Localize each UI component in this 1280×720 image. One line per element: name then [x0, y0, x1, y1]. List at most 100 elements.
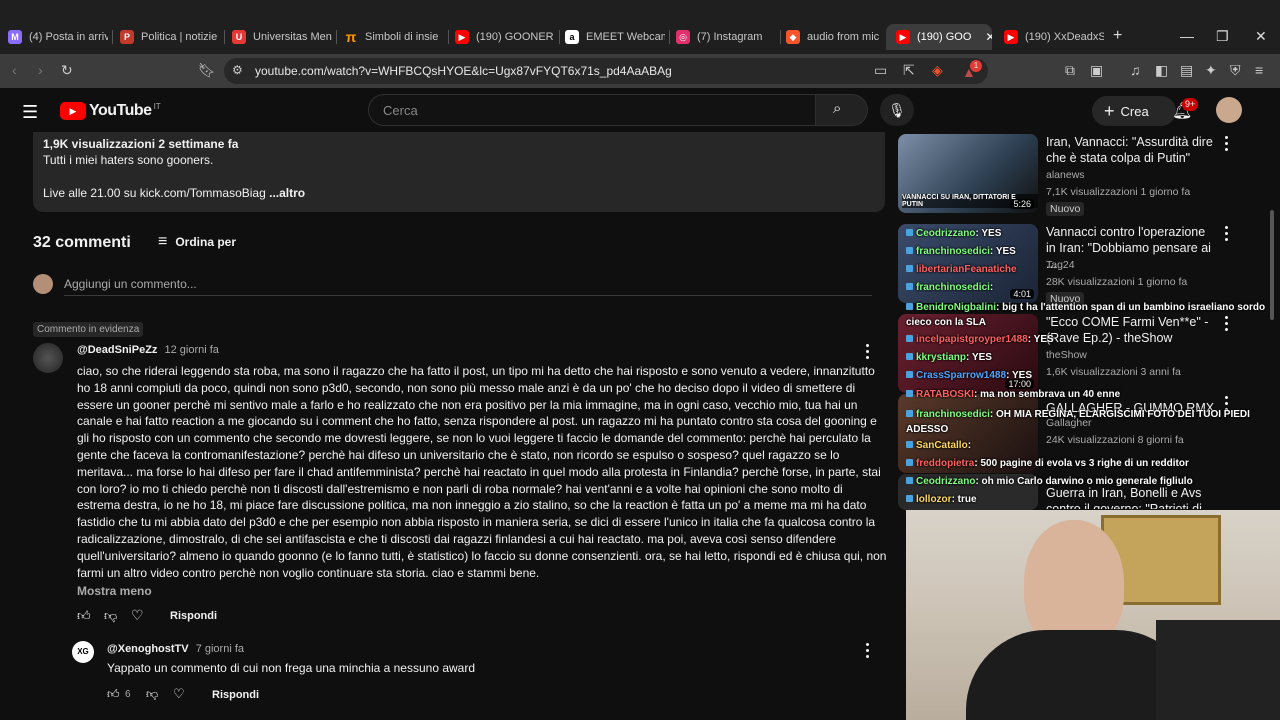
channel-name[interactable]: alanews: [1046, 169, 1085, 181]
menu-icon[interactable]: ≡: [1255, 62, 1263, 78]
video-title[interactable]: Guerra in Iran, Bonelli e Avs contro il …: [1046, 485, 1216, 509]
chat-message: franchinosedici: YES: [906, 246, 1016, 257]
cast-icon[interactable]: ▭: [874, 62, 887, 79]
channel-name[interactable]: theShow: [1046, 349, 1087, 361]
video-menu-icon[interactable]: [1225, 226, 1229, 244]
subscriber-badge-icon: [906, 459, 913, 466]
share-icon[interactable]: ⇱: [903, 62, 915, 79]
site-info-icon[interactable]: ⚙: [232, 63, 243, 77]
video-menu-icon[interactable]: [1225, 136, 1229, 154]
bookmark-icon[interactable]: 🔖︎: [198, 62, 216, 79]
channel-name[interactable]: Tag24: [1046, 259, 1075, 271]
search-icon: ⌕: [833, 100, 842, 117]
like-icon[interactable]: 👍︎: [77, 608, 91, 624]
video-meta: 28K visualizzazioni 1 giorno fa: [1046, 276, 1188, 288]
browser-tab[interactable]: a EMEET Webcam: [565, 24, 665, 50]
browser-tab[interactable]: π Simboli di insie: [344, 24, 444, 50]
leo-icon[interactable]: ✦: [1205, 62, 1217, 79]
back-icon[interactable]: ‹: [12, 62, 17, 78]
url-text[interactable]: youtube.com/watch?v=WHFBCQsHYOE&lc=Ugx87…: [255, 64, 672, 78]
browser-tab[interactable]: ◎ (7) Instagram: [676, 24, 776, 50]
avatar[interactable]: [33, 343, 63, 373]
subscriber-badge-icon: [906, 390, 913, 397]
show-more-link[interactable]: ...altro: [269, 186, 305, 200]
reply-button[interactable]: Rispondi: [212, 689, 259, 701]
create-button[interactable]: + Crea: [1092, 96, 1176, 126]
subscriber-badge-icon: [906, 353, 913, 360]
voice-search-icon[interactable]: 🎙︎: [880, 94, 914, 126]
description-stats: 1,9K visualizzazioni 2 settimane fa: [43, 137, 239, 151]
comment-author[interactable]: @DeadSniPeZz: [77, 344, 157, 356]
new-tab-icon[interactable]: +: [1113, 27, 1122, 45]
extensions-icon[interactable]: ⧉: [1065, 62, 1075, 79]
avatar: [33, 274, 53, 294]
brave-shields-icon[interactable]: ◈: [932, 62, 943, 79]
subscriber-badge-icon: [906, 495, 913, 502]
comment-menu-icon[interactable]: [866, 643, 870, 661]
browser-tab[interactable]: ▶ (190) XxDeadxS: [1004, 24, 1104, 50]
browser-tab[interactable]: P Politica | notizie: [120, 24, 220, 50]
hamburger-menu-icon[interactable]: ☰: [22, 102, 38, 123]
comment-time[interactable]: 7 giorni fa: [196, 643, 244, 655]
pinned-badge: Commento in evidenza: [33, 322, 144, 337]
new-badge: Nuovo: [1046, 202, 1085, 216]
wallet-icon[interactable]: ▤: [1180, 62, 1193, 79]
video-title[interactable]: Iran, Vannacci: "Assurdità dire che è st…: [1046, 134, 1216, 166]
browser-tab[interactable]: ◆ audio from mic: [786, 24, 882, 50]
chat-message: Ceodrizzano: YES: [906, 228, 1001, 239]
pi-icon: π: [345, 29, 357, 45]
sort-button[interactable]: ≡ Ordina per: [158, 233, 236, 251]
media-icon[interactable]: ♫: [1130, 62, 1141, 78]
tab-divider: [669, 30, 670, 44]
comment-input-underline: [64, 295, 872, 296]
video-meta: 7,1K visualizzazioni 1 giorno fa: [1046, 186, 1191, 198]
heart-icon[interactable]: ♡: [131, 607, 144, 624]
add-comment-input[interactable]: Aggiungi un commento...: [64, 277, 197, 291]
heart-icon[interactable]: ♡: [173, 686, 185, 702]
brave-icon: ◆: [786, 30, 800, 44]
close-window-icon[interactable]: ✕: [1255, 28, 1267, 45]
forward-icon[interactable]: ›: [38, 62, 43, 78]
reload-icon[interactable]: ↻: [61, 62, 73, 79]
plus-icon: +: [1104, 100, 1115, 121]
comment-header: @XenoghostTV 7 giorni fa: [107, 643, 244, 655]
browser-tab[interactable]: ▶ (190) GOONER: [455, 24, 555, 50]
reading-mode-icon[interactable]: ▣: [1090, 62, 1103, 79]
account-avatar[interactable]: [1216, 97, 1242, 123]
chat-message: SanCatallo:: [906, 440, 971, 451]
subscriber-badge-icon: [906, 410, 913, 417]
comment-author[interactable]: @XenoghostTV: [107, 643, 189, 655]
show-less-link[interactable]: Mostra meno: [77, 584, 152, 598]
sort-icon: ≡: [158, 233, 168, 250]
browser-tab[interactable]: U Universitas Men: [232, 24, 332, 50]
tab-divider: [112, 30, 113, 44]
vpn-icon[interactable]: ⛨: [1230, 62, 1241, 79]
sidebar-icon[interactable]: ◧: [1155, 62, 1168, 79]
maximize-icon[interactable]: ❐: [1216, 28, 1229, 45]
like-icon[interactable]: 👍︎: [107, 687, 120, 702]
video-duration: 5:26: [1010, 199, 1034, 209]
video-thumbnail[interactable]: VANNACCI SU IRAN, DITTATORI E PUTIN 5:26: [898, 134, 1038, 213]
reply-button[interactable]: Rispondi: [170, 610, 217, 622]
chat-message: Ceodrizzano: oh mio Carlo darwino o mio …: [906, 476, 1193, 487]
brave-rewards-icon[interactable]: ▲: [962, 64, 976, 80]
browser-tab-active[interactable]: ▶ (190) GOO ✕: [886, 24, 992, 50]
minimize-icon[interactable]: —: [1180, 28, 1194, 44]
sidebar-scrollbar[interactable]: [1270, 210, 1274, 320]
comment-time[interactable]: 12 giorni fa: [164, 344, 218, 356]
avatar[interactable]: XG: [72, 641, 94, 663]
comments-count: 32 commenti: [33, 234, 131, 251]
dislike-icon[interactable]: 👎︎: [146, 687, 158, 702]
search-button[interactable]: [816, 94, 868, 126]
tab-divider: [780, 30, 781, 44]
comment-menu-icon[interactable]: [866, 344, 870, 362]
like-count: 6: [125, 689, 131, 700]
subscriber-badge-icon: [906, 303, 913, 310]
gmail-icon: M: [8, 30, 22, 44]
youtube-logo[interactable]: ▶ YouTube IT: [60, 102, 161, 120]
search-input[interactable]: [368, 94, 816, 126]
chat-message: BenidroNigbalini: big t ha l'attention s…: [906, 302, 1266, 328]
dislike-icon[interactable]: 👎︎: [104, 608, 117, 624]
close-tab-icon[interactable]: ✕: [985, 30, 992, 44]
browser-tab[interactable]: M (4) Posta in arriv: [8, 24, 108, 50]
